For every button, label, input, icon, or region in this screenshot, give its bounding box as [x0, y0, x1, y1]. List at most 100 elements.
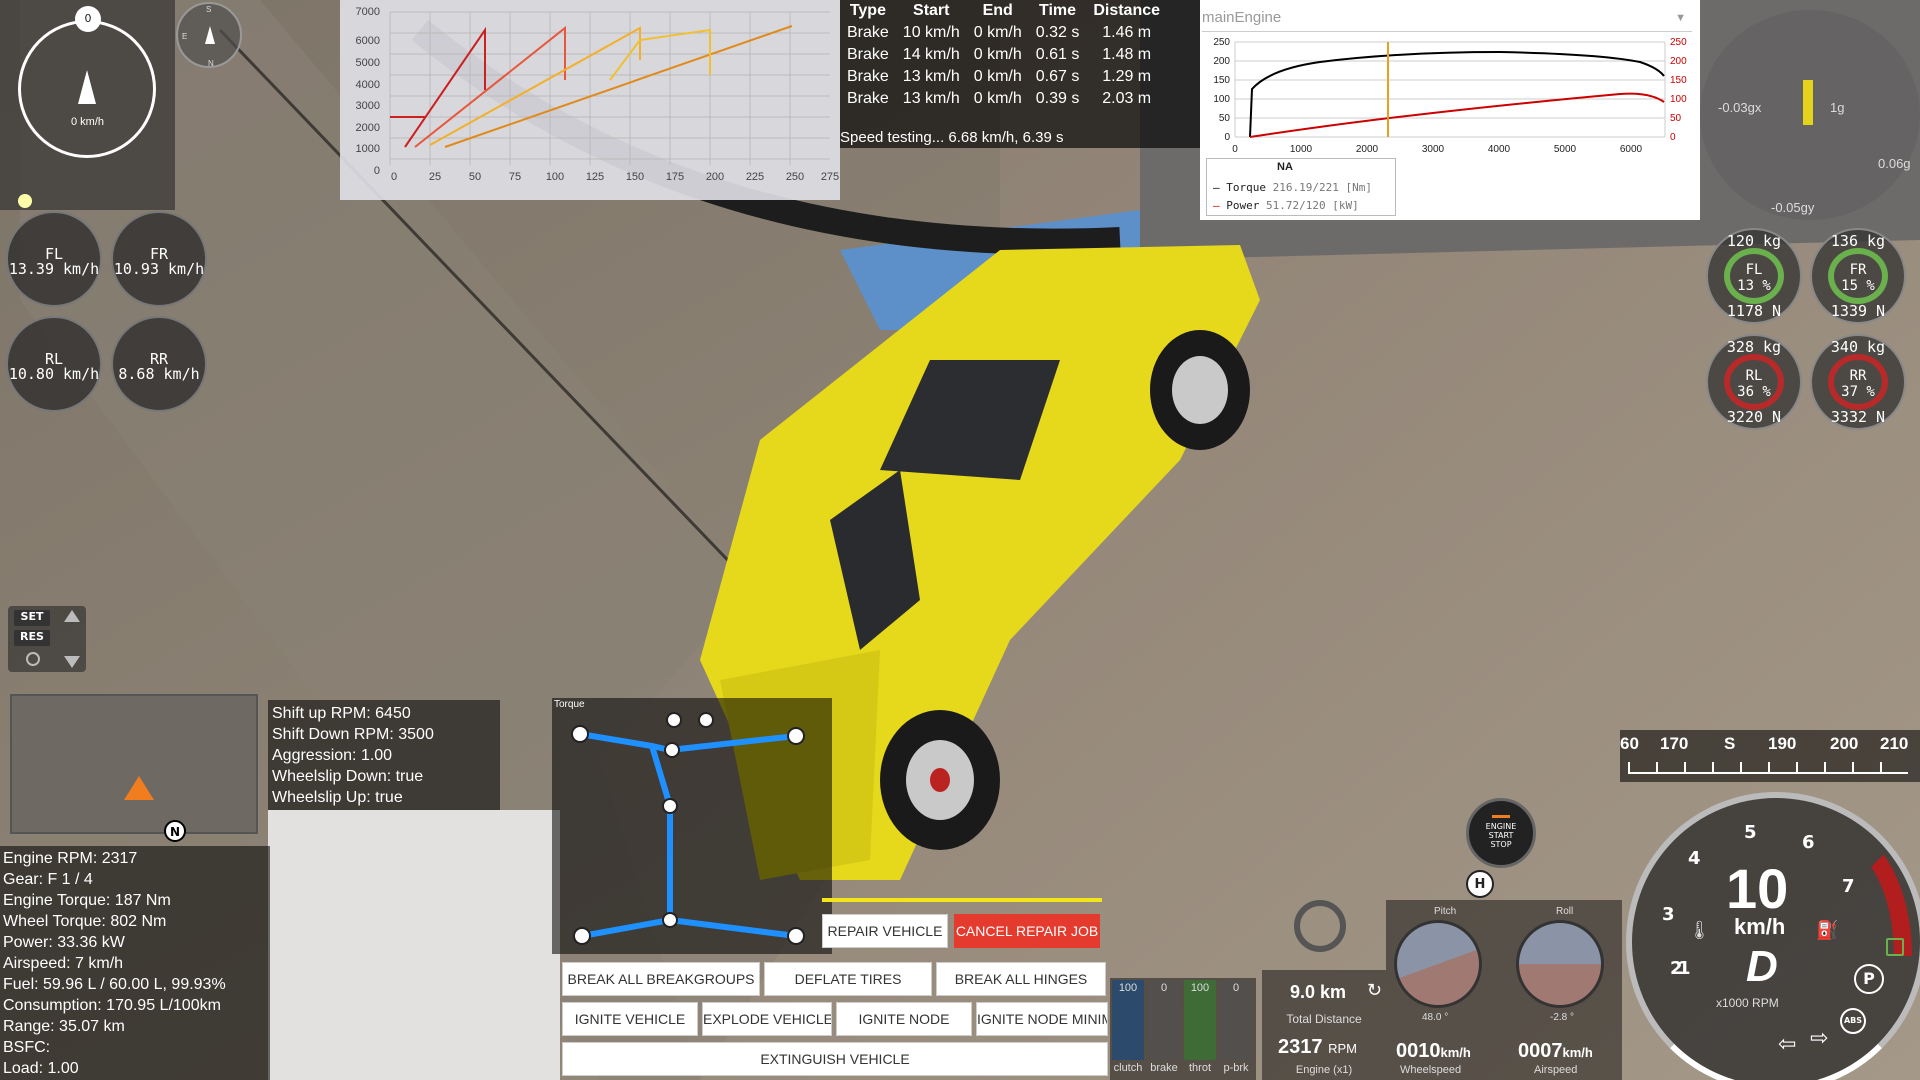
torque-tick: 0: [1224, 132, 1230, 143]
wheel-gauge-speed: 8.68 km/h: [118, 365, 200, 383]
table-cell: 13 km/h: [902, 90, 960, 107]
rpm-value: 2317: [1278, 1036, 1323, 1058]
table-cell: 0 km/h: [973, 24, 1022, 41]
tire-percent: 37 %: [1841, 384, 1875, 400]
minimap[interactable]: N: [10, 694, 258, 842]
x-tick: 200: [706, 171, 724, 183]
wheelspeed-value: 0010: [1396, 1040, 1441, 1062]
engine-info-line: Range: 35.07 km: [3, 1018, 125, 1035]
wheel-gauge-speed: 13.39 km/h: [8, 260, 100, 278]
table-cell: Brake: [847, 68, 889, 85]
x-tick: 125: [586, 171, 604, 183]
wheel-gauge-rr: RR 8.68 km/h: [111, 316, 207, 412]
y-tick: 4000: [356, 79, 380, 91]
engine-select-value: mainEngine: [1202, 9, 1282, 26]
repair-vehicle-button[interactable]: REPAIR VEHICLE: [822, 914, 948, 948]
table-header-row: Type Start End Time Distance: [840, 0, 1167, 22]
mini-compass: S E N: [176, 2, 242, 68]
cruise-res-button[interactable]: RES: [14, 630, 50, 646]
light-indicator-icon: [1886, 938, 1904, 956]
reset-icon[interactable]: ↻: [1367, 980, 1382, 1001]
power-curve: [1249, 92, 1665, 138]
tire-force: 3332 N: [1830, 408, 1886, 426]
legend-value: 216.19/221 [Nm]: [1272, 181, 1372, 194]
engine-info-line: Load: 1.00: [3, 1060, 79, 1077]
left-signal-icon[interactable]: ⇦: [1778, 1032, 1796, 1057]
drivetrain-diagram: [571, 712, 805, 945]
ignite-node-minimal-button[interactable]: IGNITE NODE MINIM: [976, 1002, 1108, 1036]
table-cell: 0 km/h: [973, 68, 1022, 85]
clutch-label: clutch: [1113, 1062, 1143, 1074]
cancel-repair-button[interactable]: CANCEL REPAIR JOB: [954, 914, 1100, 948]
rpm-tick: 1000: [1290, 144, 1313, 155]
break-breakgroups-button[interactable]: BREAK ALL BREAKGROUPS: [562, 962, 760, 996]
heading-ticks: [1628, 762, 1908, 774]
pedals-panel: 100 clutch 0 brake 100 throt 0 p-brk: [1110, 978, 1256, 1080]
rpm-label: Engine (x1): [1295, 1064, 1353, 1076]
compass-mark: 0: [75, 6, 101, 32]
power-tick: 150: [1670, 75, 1687, 86]
table-cell: 0.39 s: [1035, 90, 1080, 107]
y-tick: 2000: [356, 122, 380, 134]
rpm-tick-label: 4: [1688, 848, 1701, 869]
y-tick: 3000: [356, 100, 380, 112]
roll-label: Roll: [1556, 906, 1574, 917]
ignite-vehicle-button[interactable]: IGNITE VEHICLE: [562, 1002, 698, 1036]
gforce-x: -0.03gx: [1718, 100, 1762, 115]
wheel-gauge-speed: 10.93 km/h: [113, 260, 205, 278]
engine-select[interactable]: mainEngine ▼: [1202, 4, 1692, 32]
torque-tick: 200: [1213, 56, 1230, 67]
break-hinges-button[interactable]: BREAK ALL HINGES: [936, 962, 1106, 996]
rpm-tick: 6000: [1620, 144, 1643, 155]
rpm-tick: 5000: [1554, 144, 1577, 155]
temperature-icon: 🌡: [1688, 920, 1711, 941]
handbrake-icon[interactable]: H: [1466, 870, 1494, 898]
power-tick: 50: [1670, 113, 1682, 124]
engine-btn-line: START: [1488, 831, 1514, 840]
compass-panel: 0 0 km/h: [0, 0, 175, 210]
engine-info-line: Power: 33.36 kW: [3, 934, 125, 951]
wheel-gauge-speed: 10.80 km/h: [8, 365, 100, 383]
fuel-icon: ⛽: [1816, 920, 1839, 941]
compass-speed: 0 km/h: [70, 116, 104, 128]
table-row: Brake 13 km/h 0 km/h 0.39 s 2.03 m: [840, 88, 1167, 110]
torque-panel: Torque: [552, 698, 832, 954]
gear-indicator: D: [1746, 942, 1778, 991]
extinguish-vehicle-button[interactable]: EXTINGUISH VEHICLE: [562, 1042, 1108, 1076]
cruise-set-button[interactable]: SET: [14, 610, 50, 626]
engine-info-line: Wheel Torque: 802 Nm: [3, 913, 167, 930]
rpm-unit: RPM: [1328, 1041, 1357, 1056]
tire-percent: 13 %: [1737, 278, 1771, 294]
parkbrake-value: 0: [1232, 982, 1240, 994]
shift-info-line: Shift up RPM: 6450: [272, 705, 411, 722]
rpm-tick: 4000: [1488, 144, 1511, 155]
steering-wheel-icon: [1294, 900, 1346, 952]
rpm-tick-label: 2: [1670, 958, 1683, 979]
tire-percent: 36 %: [1737, 384, 1771, 400]
table-cell: Brake: [847, 90, 889, 107]
trip-panel: 9.0 km ↻ Total Distance 2317 RPM Engine …: [1262, 970, 1386, 1080]
legend-value: 51.72/120 [kW]: [1266, 199, 1359, 212]
power-tick: 100: [1670, 94, 1687, 105]
table-cell: 10 km/h: [902, 24, 960, 41]
cruise-up-icon[interactable]: [64, 610, 80, 622]
cruise-down-icon[interactable]: [64, 656, 80, 668]
right-signal-icon[interactable]: ⇨: [1810, 1026, 1828, 1051]
engine-chart-svg: 250 200 150 100 50 0 250 200 150 100 50 …: [1213, 37, 1687, 155]
engine-info-panel: Engine RPM: 2317 Gear: F 1 / 4 Engine To…: [0, 846, 270, 1080]
torque-tick: 100: [1213, 94, 1230, 105]
power-tick: 250: [1670, 37, 1687, 48]
table-cell: 0 km/h: [973, 90, 1022, 107]
heading-label: S: [1724, 734, 1736, 753]
legend-label: Torque: [1226, 181, 1266, 194]
tire-mass: 328 kg: [1726, 338, 1782, 356]
shift-info-line: Shift Down RPM: 3500: [272, 726, 434, 743]
deflate-tires-button[interactable]: DEFLATE TIRES: [764, 962, 932, 996]
rpm-readout: 2317 RPM: [1278, 1036, 1357, 1059]
explode-vehicle-button[interactable]: EXPLODE VEHICLE: [702, 1002, 832, 1036]
ignite-node-button[interactable]: IGNITE NODE: [836, 1002, 972, 1036]
engine-start-stop-button[interactable]: ENGINE START STOP: [1466, 798, 1536, 868]
torque-tick: 150: [1213, 75, 1230, 86]
engine-info-line: BSFC:: [3, 1039, 51, 1056]
abs-icon: ABS: [1840, 1008, 1866, 1034]
